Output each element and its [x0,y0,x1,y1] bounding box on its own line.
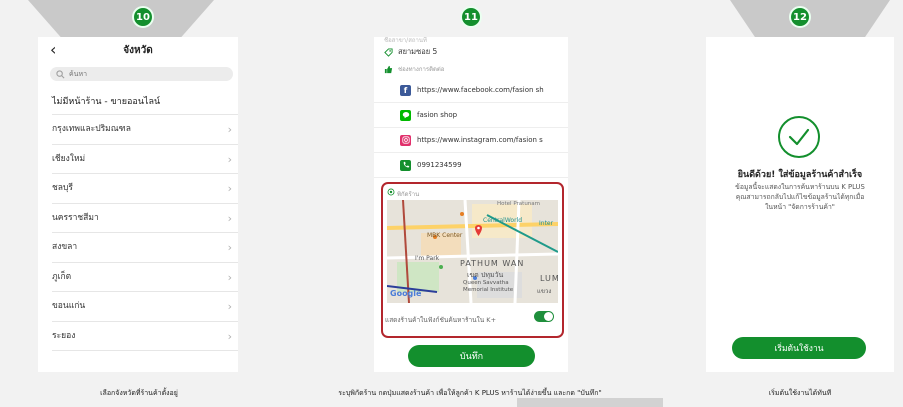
contact-facebook[interactable]: f https://www.facebook.com/fasion sh [374,78,568,103]
caption-step-10: เลือกจังหวัดที่ร้านค้าตั้งอยู่ [100,389,178,397]
chevron-right-icon: › [227,270,232,284]
province-label: ชลบุรี [52,183,73,193]
province-item[interactable]: ภูเก็ต › [52,263,238,292]
chevron-right-icon: › [227,182,232,195]
chevron-right-icon: › [227,123,232,136]
province-label: ภูเก็ต [52,271,72,282]
success-line: คุณสามารถกลับไปแก้ไขข้อมูลร้านได้ทุกเมื่… [735,193,865,201]
province-label: ขอนแก่น [52,301,86,311]
province-item[interactable]: สงขลา › [52,233,238,263]
location-map[interactable]: PATHUM WAN เขต ปทุมวัน CentralWorld Hote… [387,200,558,303]
province-item[interactable]: ชลบุรี › [52,174,238,204]
contact-value: https://www.instagram.com/fasion s [417,136,543,144]
contact-label: ช่องทางการติดต่อ [398,66,445,73]
save-button[interactable]: บันทึก [408,345,535,367]
map-lum-label: LUM [540,274,558,283]
chevron-right-icon: › [227,211,232,225]
contact-value: https://www.facebook.com/fasion sh [417,86,544,94]
success-screen: ยินดีด้วย! ใส่ข้อมูลร้านค้าสำเร็จ ข้อมูล… [706,37,894,372]
show-shop-toggle[interactable] [534,311,554,322]
chevron-right-icon: › [227,241,232,254]
contact-header: ช่องทางการติดต่อ [374,60,568,78]
province-label: กรุงเทพและปริมณฑล [52,124,131,134]
page-title: จังหวัด [123,45,153,56]
contact-instagram[interactable]: https://www.instagram.com/fasion s [374,128,568,153]
province-label: นครราชสีมา [52,212,99,223]
search-input[interactable] [69,70,219,78]
step-badge: 11 [460,6,482,28]
tag-icon [384,47,393,57]
map-brand-label: Google [390,289,422,298]
province-item[interactable]: นครราชสีมา › [52,204,238,233]
contact-line[interactable]: fasion shop [374,103,568,128]
map-mall-label: CentralWorld [483,217,523,224]
province-list: กรุงเทพและปริมณฑล › เชียงใหม่ › ชลบุรี › นค… [38,115,238,351]
province-label: เชียงใหม่ [52,153,86,164]
success-check-icon [778,116,820,158]
map-institute-label: Queen Savvatha Memorial Institute [463,280,514,293]
success-line: ข้อมูลนี้จะแสดงในการค้นหาร้านบน K PLUS [735,183,865,191]
location-screen: ชื่อสาขา/สถานที่ สยามซอย 5 ช่องทางการติด… [374,37,568,372]
province-item[interactable]: ระยอง › [52,322,238,351]
location-target-icon [387,188,395,196]
map-district-label: PATHUM WAN [460,259,525,268]
thumbs-up-icon [384,65,393,73]
step-badge: 12 [789,6,811,28]
province-screen: ‹ จังหวัด ไม่มีหน้าร้าน - ขายออนไลน์ กรุ… [38,37,238,372]
contact-phone[interactable]: 0991234599 [374,153,568,178]
line-icon [400,109,411,121]
branch-label: ชื่อสาขา/สถานที่ [384,37,427,44]
branch-row[interactable]: สยามซอย 5 [374,45,568,59]
screen-header: ‹ จังหวัด [38,37,238,65]
search-bar[interactable] [50,67,233,81]
phone-icon [400,159,411,171]
facebook-icon: f [400,84,411,96]
chevron-right-icon: › [227,152,232,166]
instagram-icon [400,134,411,146]
bottom-strip [517,398,663,407]
success-title: ยินดีด้วย! ใส่ข้อมูลร้านค้าสำเร็จ [737,170,863,180]
map-inter-label: Inter [539,220,554,227]
show-shop-label: แสดงร้านค้าในฟังก์ชันค้นหาร้านใน K+ [385,316,497,324]
online-option[interactable]: ไม่มีหน้าร้าน - ขายออนไลน์ [52,89,238,115]
map-road-label: แขวง [537,288,552,295]
map-hotel-label: Hotel Pratunam [497,201,541,207]
success-message: ข้อมูลนี้จะแสดงในการค้นหาร้านบน K PLUS ค… [712,182,888,212]
chevron-right-icon: › [227,300,232,313]
location-label: พิกัดร้าน [397,191,420,198]
province-label: สงขลา [52,242,78,252]
location-section: พิกัดร้าน PATHUM WAN เขต ปทุมวัน Central… [381,182,564,338]
step-tab-shape [28,0,214,38]
search-icon [56,69,65,78]
province-item[interactable]: เชียงใหม่ › [52,145,238,174]
contact-value: fasion shop [417,111,458,119]
province-item[interactable]: กรุงเทพและปริมณฑล › [52,115,238,145]
start-button[interactable]: เริ่มต้นใช้งาน [732,337,866,359]
map-center-label: MBK Center [427,232,463,239]
step-badge: 10 [132,6,154,28]
province-item[interactable]: ขอนแก่น › [52,292,238,322]
contact-value: 0991234599 [417,161,462,169]
caption-step-12: เริ่มต้นใช้งานได้ทันที [768,389,832,397]
chevron-right-icon: › [227,329,232,343]
branch-value: สยามซอย 5 [398,47,438,56]
province-label: ระยอง [52,330,76,341]
success-line: ในหน้า "จัดการร้านค้า" [765,203,835,211]
map-park-label: I'm Park [415,255,440,262]
